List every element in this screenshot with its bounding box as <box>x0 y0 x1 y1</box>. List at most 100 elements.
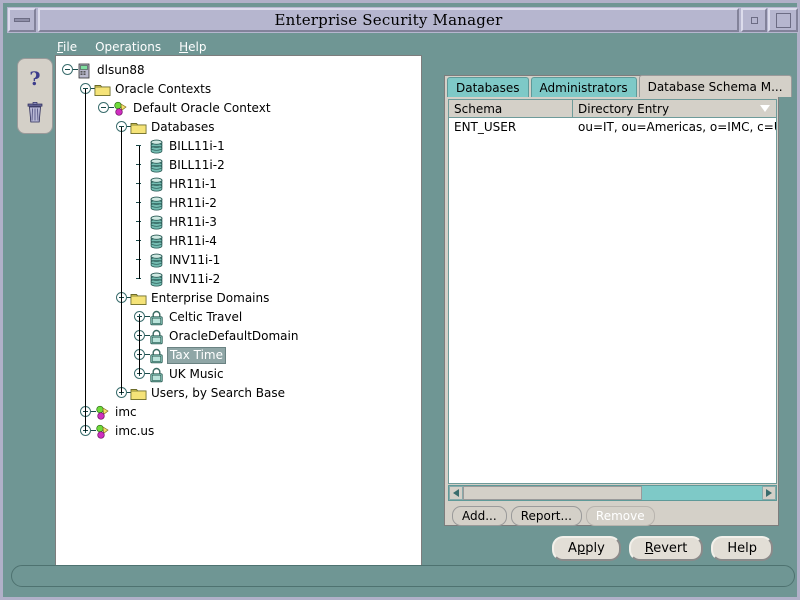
tree-node[interactable]: BILL11i-2 <box>56 156 421 175</box>
tree-collapse-handle[interactable] <box>116 292 132 305</box>
tree-node-icon <box>130 386 147 402</box>
apply-button[interactable]: Apply <box>552 536 621 561</box>
tree-node[interactable]: Users, by Search Base <box>56 384 421 403</box>
tree-node[interactable]: UK Music <box>56 365 421 384</box>
tab-label: Administrators <box>539 80 628 95</box>
tree-collapse-handle[interactable] <box>116 121 132 134</box>
tree-expand-handle[interactable] <box>134 330 150 343</box>
database-icon <box>150 158 163 172</box>
domain-icon <box>150 329 163 344</box>
maximize-button[interactable] <box>768 8 798 32</box>
menu-help[interactable]: Help <box>177 39 208 55</box>
column-header-directory-entry[interactable]: Directory Entry <box>573 100 776 117</box>
tree-expand-handle[interactable] <box>80 406 96 419</box>
menubar: File Operations Help <box>55 37 208 57</box>
tree-node-label: BILL11i-1 <box>169 139 225 153</box>
tree-node-label: Tax Time <box>167 347 226 364</box>
tree-node[interactable]: Tax Time <box>56 346 421 365</box>
tree-expand-handle[interactable] <box>116 387 132 400</box>
tree-collapse-handle[interactable] <box>80 83 96 96</box>
remove-button: Remove <box>585 506 655 526</box>
database-icon <box>150 253 163 267</box>
tree-node-icon <box>76 63 93 79</box>
triangle-right-icon <box>766 489 772 497</box>
tree-node-label: OracleDefaultDomain <box>169 329 299 343</box>
database-icon <box>150 139 163 153</box>
tree-node[interactable]: dlsun88 <box>56 61 421 80</box>
tree-node[interactable]: HR11i-1 <box>56 175 421 194</box>
tree-node-icon <box>148 158 165 174</box>
tree-node-label: Oracle Contexts <box>115 82 212 96</box>
scrollbar-thumb[interactable] <box>463 486 643 500</box>
add-button[interactable]: Add... <box>452 506 507 526</box>
tree-node[interactable]: Databases <box>56 118 421 137</box>
context-icon <box>96 405 109 420</box>
tree-expand-handle[interactable] <box>80 425 96 438</box>
tree-node-label: dlsun88 <box>97 63 145 77</box>
tree-node[interactable]: HR11i-3 <box>56 213 421 232</box>
tree-node-icon <box>94 405 111 421</box>
tree-collapse-handle[interactable] <box>62 64 78 77</box>
tree-connector-line <box>85 89 86 431</box>
horizontal-scrollbar[interactable] <box>448 485 777 501</box>
tree-node[interactable]: INV11i-2 <box>56 270 421 289</box>
tab-label: Database Schema M... <box>647 79 783 94</box>
minimize-icon <box>750 16 758 24</box>
scroll-left-button[interactable] <box>449 486 463 500</box>
tree-node-label: Users, by Search Base <box>151 386 286 400</box>
menu-file[interactable]: File <box>55 39 79 55</box>
tab-databases[interactable]: Databases <box>447 77 529 97</box>
database-icon <box>150 196 163 210</box>
triangle-left-icon <box>453 489 459 497</box>
tree-panel[interactable]: dlsun88 Oracle Contexts Default Oracle Con… <box>55 55 422 569</box>
tree-node[interactable]: imc.us <box>56 422 421 441</box>
database-icon <box>150 234 163 248</box>
report-button[interactable]: Report... <box>510 506 582 526</box>
tree-node-icon <box>94 82 111 98</box>
tree-node[interactable]: HR11i-4 <box>56 232 421 251</box>
tree-node[interactable]: BILL11i-1 <box>56 137 421 156</box>
tree-node-icon <box>112 101 129 117</box>
table-cell: ENT_USER <box>454 119 517 134</box>
tree-node[interactable]: OracleDefaultDomain <box>56 327 421 346</box>
tree-expand-handle[interactable] <box>134 368 150 381</box>
tree-node[interactable]: Celtic Travel <box>56 308 421 327</box>
scroll-right-button[interactable] <box>762 486 776 500</box>
context-icon <box>114 101 127 116</box>
tree-node-icon <box>148 329 165 345</box>
minimize-button[interactable] <box>741 8 767 32</box>
tree-leaf-connector <box>134 159 147 172</box>
schema-table[interactable]: Schema Directory Entry ENT_USER ou=IT, ou… <box>448 99 777 484</box>
menu-operations[interactable]: Operations <box>93 39 163 55</box>
tree-node[interactable]: imc <box>56 403 421 422</box>
tree-node-icon <box>148 367 165 383</box>
tree-node[interactable]: Enterprise Domains <box>56 289 421 308</box>
tree-node[interactable]: Default Oracle Context <box>56 99 421 118</box>
tree-node-label: Default Oracle Context <box>133 101 271 115</box>
help-button[interactable]: ? <box>22 65 48 93</box>
tab-database-schema-m[interactable]: Database Schema M... <box>638 75 792 97</box>
tree-node-label: HR11i-1 <box>169 177 217 191</box>
tree-collapse-handle[interactable] <box>98 102 114 115</box>
tree-node-label: INV11i-2 <box>169 272 221 286</box>
tree-node-label: HR11i-2 <box>169 196 217 210</box>
tab-administrators[interactable]: Administrators <box>530 77 637 97</box>
tree-expand-handle[interactable] <box>134 311 150 324</box>
tree-node-icon <box>148 310 165 326</box>
tree-expand-handle[interactable] <box>134 349 150 362</box>
tree-node[interactable]: HR11i-2 <box>56 194 421 213</box>
delete-button[interactable] <box>22 99 48 127</box>
revert-button[interactable]: Revert <box>628 536 704 561</box>
tree-node[interactable]: Oracle Contexts <box>56 80 421 99</box>
folder-icon <box>130 122 147 134</box>
window-menu-button[interactable] <box>8 8 36 32</box>
column-header-schema[interactable]: Schema <box>449 100 573 117</box>
table-row[interactable]: ENT_USER ou=IT, ou=Americas, o=IMC, c=US <box>449 118 776 135</box>
help-button-bottom[interactable]: Help <box>711 536 773 561</box>
tree-node-label: imc.us <box>115 424 155 438</box>
scrollbar-track[interactable] <box>463 486 762 500</box>
tree: dlsun88 Oracle Contexts Default Oracle Con… <box>56 56 421 441</box>
tab-strip: Databases Administrators Database Schema M… <box>445 75 794 97</box>
tree-node[interactable]: INV11i-1 <box>56 251 421 270</box>
statusbar <box>11 565 795 587</box>
